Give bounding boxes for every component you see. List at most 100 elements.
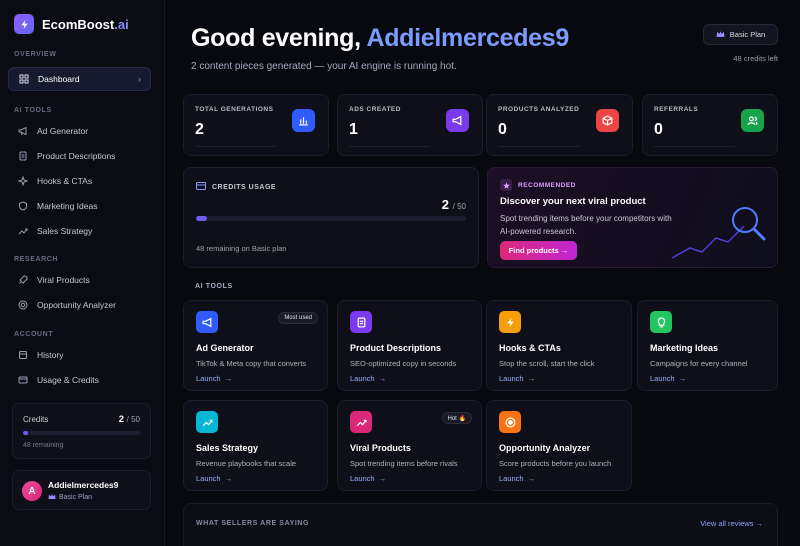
divider [498, 146, 580, 147]
shield-icon [18, 201, 28, 211]
credits-usage-card: CREDITS USAGE 2 / 50 48 remaining on Bas… [183, 167, 479, 268]
credit-card-icon [196, 182, 206, 192]
target-icon [18, 300, 28, 310]
plan-button[interactable]: Basic Plan [703, 24, 778, 45]
tool-card-sales-strategy[interactable]: Sales Strategy Revenue playbooks that sc… [183, 400, 328, 491]
main-content: Good evening, Addielmercedes9 2 content … [166, 0, 800, 546]
lightbulb-icon [650, 311, 672, 333]
credit-card-icon [18, 375, 28, 385]
stat-label: ADS CREATED [349, 106, 401, 113]
launch-link[interactable]: Launch → [196, 374, 232, 383]
sidebar-item-usage-credits[interactable]: Usage & Credits [8, 368, 151, 392]
recommended-card: RECOMMENDED Discover your next viral pro… [487, 167, 778, 268]
users-icon [741, 109, 764, 132]
sidebar-item-dashboard[interactable]: Dashboard › [8, 67, 151, 91]
sidebar-item-label: Dashboard [38, 74, 80, 84]
tool-description: Spot trending items before rivals [350, 459, 458, 468]
crown-icon [48, 493, 56, 502]
view-all-reviews-link[interactable]: View all reviews → [700, 519, 763, 528]
sidebar-item-label: Viral Products [37, 275, 90, 285]
credits-remaining: 48 remaining [23, 442, 64, 449]
sparkle-icon [18, 176, 28, 186]
sidebar-item-opportunity-analyzer[interactable]: Opportunity Analyzer [8, 293, 151, 317]
trend-up-icon [196, 411, 218, 433]
arrow-right-icon: → [378, 374, 387, 383]
credits-left: 48 credits left [733, 54, 778, 63]
lightning-logo-icon [14, 14, 34, 34]
stat-value: 1 [349, 121, 358, 138]
sidebar-item-sales-strategy[interactable]: Sales Strategy [8, 219, 151, 243]
grid-icon [19, 74, 29, 84]
launch-link[interactable]: Launch → [350, 374, 386, 383]
trend-up-icon [18, 226, 28, 236]
sidebar-item-hooks-ctas[interactable]: Hooks & CTAs [8, 169, 151, 193]
credits-usage-remaining: 48 remaining on Basic plan [196, 244, 287, 253]
stat-card-total-generations: TOTAL GENERATIONS 2 [183, 94, 329, 156]
section-label-account: ACCOUNT [14, 331, 54, 338]
recommended-text: Spot trending items before your competit… [500, 214, 672, 236]
divider [654, 146, 735, 147]
page-subtitle: 2 content pieces generated — your AI eng… [191, 61, 457, 72]
testimonials-section: WHAT SELLERS ARE SAYING View all reviews… [183, 503, 778, 546]
page-title: Good evening, Addielmercedes9 [191, 24, 569, 52]
sidebar-item-history[interactable]: History [8, 343, 151, 367]
arrow-right-icon: → [378, 474, 387, 483]
launch-link[interactable]: Launch → [196, 474, 232, 483]
arrow-right-icon: → [527, 374, 536, 383]
recommended-title: Discover your next viral product [500, 196, 646, 207]
stat-value: 0 [654, 121, 663, 138]
target-icon [499, 411, 521, 433]
box-icon [596, 109, 619, 132]
sidebar-item-label: Hooks & CTAs [37, 176, 93, 186]
stat-card-referrals: REFERRALS 0 [642, 94, 778, 156]
most-used-badge: Most used [278, 312, 318, 324]
crown-icon [716, 30, 725, 40]
tool-card-viral-products[interactable]: Hot 🔥 Viral Products Spot trending items… [337, 400, 482, 491]
launch-link[interactable]: Launch → [350, 474, 386, 483]
stat-value: 2 [195, 121, 204, 138]
launch-link[interactable]: Launch → [650, 374, 686, 383]
lightning-icon [499, 311, 521, 333]
launch-link[interactable]: Launch → [499, 374, 535, 383]
user-name: Addielmercedes9 [48, 480, 119, 490]
tool-name: Sales Strategy [196, 443, 259, 453]
tool-name: Product Descriptions [350, 343, 442, 353]
sidebar-item-label: History [37, 350, 64, 360]
sidebar-item-label: Opportunity Analyzer [37, 300, 116, 310]
sidebar-item-ad-generator[interactable]: Ad Generator [8, 119, 151, 143]
trend-up-icon [350, 411, 372, 433]
find-products-button[interactable]: Find products → [500, 241, 577, 260]
stat-label: PRODUCTS ANALYZED [498, 106, 580, 113]
tool-description: TikTok & Meta copy that converts [196, 359, 307, 368]
sidebar-item-label: Ad Generator [37, 126, 89, 136]
section-label-research: RESEARCH [14, 256, 59, 263]
credits-usage-title: CREDITS USAGE [196, 182, 276, 192]
sidebar-item-viral-products[interactable]: Viral Products [8, 268, 151, 292]
sidebar-credits-box: Credits 2 / 50 48 remaining [12, 403, 151, 459]
user-profile[interactable]: A Addielmercedes9 Basic Plan [12, 470, 151, 510]
tool-card-hooks-ctas[interactable]: Hooks & CTAs Stop the scroll, start the … [486, 300, 632, 391]
avatar: A [22, 481, 42, 501]
bar-chart-icon [292, 109, 315, 132]
recommended-tag: RECOMMENDED [500, 179, 576, 191]
tool-card-marketing-ideas[interactable]: Marketing Ideas Campaigns for every chan… [637, 300, 778, 391]
brand[interactable]: EcomBoost.ai [14, 14, 129, 34]
launch-link[interactable]: Launch → [499, 474, 535, 483]
chevron-right-icon: › [138, 74, 141, 84]
document-icon [18, 151, 28, 161]
sidebar-item-product-descriptions[interactable]: Product Descriptions [8, 144, 151, 168]
tool-card-opportunity-analyzer[interactable]: Opportunity Analyzer Score products befo… [486, 400, 632, 491]
stat-label: REFERRALS [654, 106, 699, 113]
tool-card-product-descriptions[interactable]: Product Descriptions SEO-optimized copy … [337, 300, 482, 391]
user-plan: Basic Plan [48, 493, 92, 502]
divider [349, 146, 430, 147]
credits-progress-bar [23, 431, 140, 435]
star-icon [500, 179, 512, 191]
hot-badge: Hot 🔥 [441, 412, 472, 424]
stat-card-ads-created: ADS CREATED 1 [337, 94, 483, 156]
tool-name: Hooks & CTAs [499, 343, 561, 353]
sidebar-item-marketing-ideas[interactable]: Marketing Ideas [8, 194, 151, 218]
arrow-right-icon: → [224, 474, 233, 483]
tool-card-ad-generator[interactable]: Most used Ad Generator TikTok & Meta cop… [183, 300, 328, 391]
tool-name: Viral Products [350, 443, 411, 453]
